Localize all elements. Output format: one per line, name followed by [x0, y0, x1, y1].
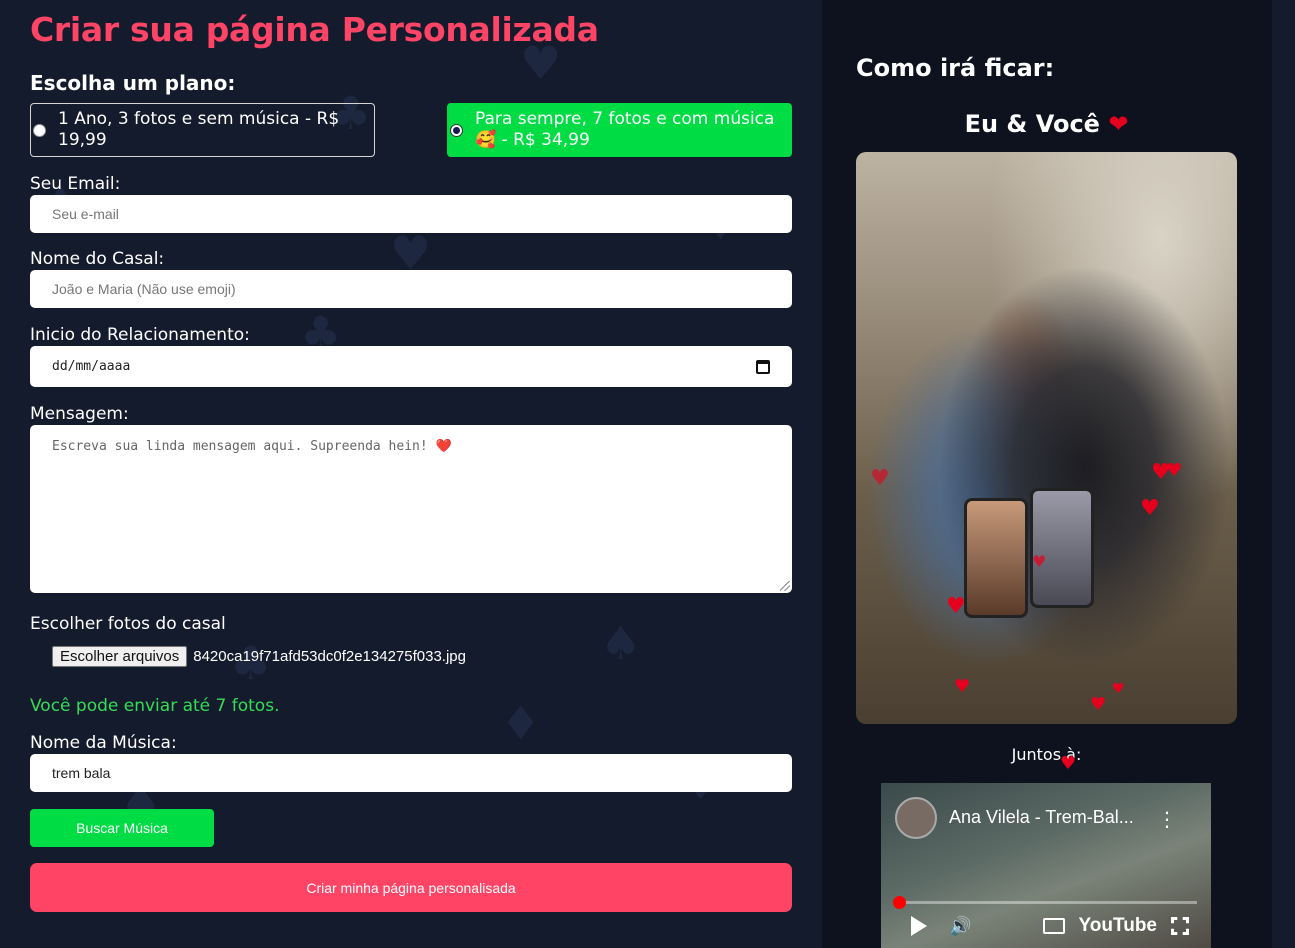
plan-label-1-year: 1 Ano, 3 fotos e sem música - R$ 19,99: [58, 109, 340, 150]
heart-icon: ♥: [1140, 496, 1160, 521]
more-options-icon[interactable]: ⋮: [1157, 807, 1177, 831]
youtube-logo[interactable]: YouTube: [1079, 915, 1157, 937]
phone-image-left: [964, 498, 1028, 618]
message-label: Mensagem:: [30, 404, 129, 424]
video-controls: 🔊 YouTube: [911, 913, 1189, 939]
heart-icon: ♥: [1032, 552, 1047, 571]
fullscreen-icon[interactable]: [1171, 917, 1189, 935]
file-picker: Escolher arquivos 8420ca19f71afd53dc0f2e…: [52, 646, 466, 667]
heart-icon: ♥: [1090, 694, 1107, 715]
create-page-button[interactable]: Criar minha página personalisada: [30, 863, 792, 912]
photos-hint: Você pode enviar até 7 fotos.: [30, 696, 280, 716]
start-date-placeholder: dd/mm/aaaa: [52, 359, 131, 374]
plan-option-1-year[interactable]: 1 Ano, 3 fotos e sem música - R$ 19,99: [30, 103, 375, 157]
photos-label: Escolher fotos do casal: [30, 614, 226, 634]
page: ♠ ♣ ♥ ♦ ♥ ♥ ♠ ♣ ♦ ♠ ♥ ♣ Criar sua página…: [0, 0, 1295, 948]
couple-name-field[interactable]: João e Maria (Não use emoji): [30, 270, 792, 308]
heart-icon: ♥: [954, 676, 971, 697]
plan-heading: Escolha um plano:: [30, 71, 236, 95]
search-music-button[interactable]: Buscar Música: [30, 809, 214, 847]
plan-label-forever: Para sempre, 7 fotos e com música 🥰 - R$…: [475, 109, 775, 150]
choose-files-button[interactable]: Escolher arquivos: [52, 646, 188, 667]
start-date-field[interactable]: dd/mm/aaaa: [30, 346, 792, 387]
progress-scrubber[interactable]: [893, 896, 906, 909]
subtitles-icon[interactable]: [1042, 918, 1065, 934]
couple-title-text: Eu & Você: [964, 110, 1100, 138]
calendar-icon[interactable]: [756, 359, 770, 374]
email-label: Seu Email:: [30, 174, 121, 194]
heart-icon: ♥: [1060, 753, 1077, 774]
phone-image-right: [1030, 488, 1094, 608]
couple-photo: ♥ ♥ ♥ ♥ ♥ ♥ ♥ ♥ ♥: [856, 152, 1237, 724]
volume-icon[interactable]: 🔊: [949, 916, 971, 937]
couple-name-label: Nome do Casal:: [30, 249, 165, 269]
resize-handle[interactable]: [780, 581, 790, 591]
page-title: Criar sua página Personalizada: [30, 10, 599, 49]
youtube-player[interactable]: Ana Vilela - Trem-Bal... ⋮ 🔊 YouTube: [881, 783, 1211, 948]
together-label: Juntos à:: [1011, 745, 1082, 764]
music-field[interactable]: trem bala: [30, 754, 792, 792]
radio-plan-1-year[interactable]: [33, 123, 46, 137]
selected-file-name: 8420ca19f71afd53dc0f2e134275f033.jpg: [193, 648, 466, 665]
heart-icon: ❤: [1108, 110, 1129, 138]
email-field[interactable]: Seu e-mail: [30, 195, 792, 233]
plan-option-forever[interactable]: Para sempre, 7 fotos e com música 🥰 - R$…: [447, 103, 792, 157]
heart-icon: ♥: [870, 466, 890, 491]
play-icon[interactable]: [911, 916, 927, 936]
couple-title: Eu & Você ❤: [856, 110, 1237, 138]
heart-icon: ♥: [946, 594, 966, 619]
radio-plan-forever[interactable]: [450, 123, 463, 137]
video-progress-bar[interactable]: [893, 896, 1197, 909]
heart-icon: ♥: [1166, 460, 1183, 481]
message-placeholder: Escreva sua linda mensagem aqui. Supreen…: [52, 439, 452, 454]
preview-heading: Como irá ficar:: [856, 54, 1055, 82]
heart-icon: ♥: [1112, 681, 1125, 697]
music-label: Nome da Música:: [30, 733, 177, 753]
channel-avatar[interactable]: [895, 797, 937, 839]
start-date-label: Inicio do Relacionamento:: [30, 325, 250, 345]
message-field[interactable]: Escreva sua linda mensagem aqui. Supreen…: [30, 425, 792, 593]
video-title[interactable]: Ana Vilela - Trem-Bal...: [949, 807, 1134, 828]
